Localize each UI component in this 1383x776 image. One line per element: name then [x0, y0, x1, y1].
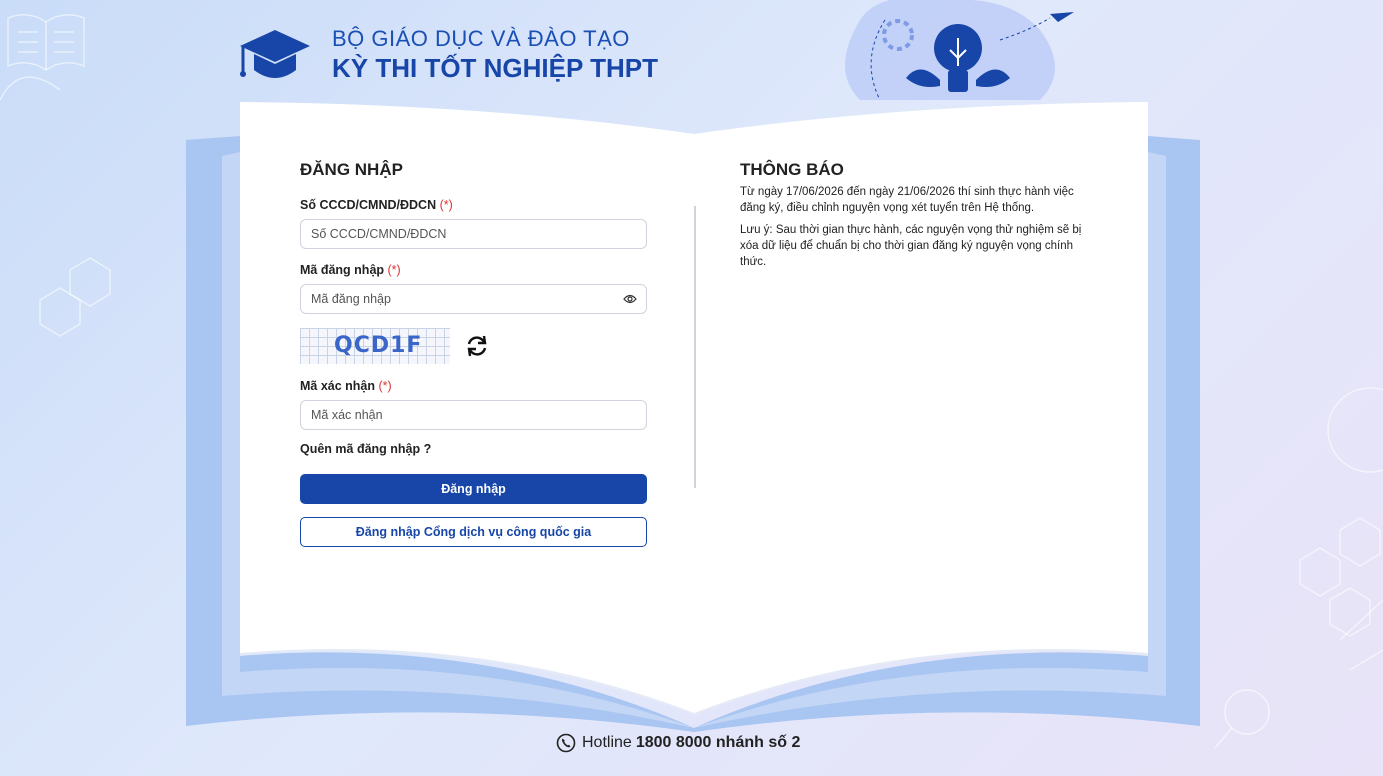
captcha-row: QCD1F [300, 327, 647, 365]
page-divider [694, 206, 696, 488]
password-label: Mã đăng nhập (*) [300, 263, 647, 277]
eye-icon[interactable] [623, 293, 637, 305]
hotline: Hotline 1800 8000 nhánh số 2 [556, 733, 800, 753]
password-field [300, 284, 647, 328]
refresh-icon[interactable] [464, 333, 490, 359]
captcha-label: Mã xác nhận (*) [300, 379, 647, 393]
hotline-number: 1800 8000 nhánh số 2 [635, 734, 801, 751]
notice-paragraph: Từ ngày 17/06/2026 đến ngày 21/06/2026 t… [740, 186, 1074, 214]
id-number-input[interactable] [300, 219, 647, 249]
exam-title: KỲ THI TỐT NGHIỆP THPT [332, 53, 658, 83]
ministry-name: BỘ GIÁO DỤC VÀ ĐÀO TẠO [332, 26, 630, 51]
notice-panel: THÔNG BÁO Từ ngày 17/06/2026 đến ngày 21… [740, 160, 1090, 276]
graduation-cap-icon [240, 30, 310, 78]
notice-title: THÔNG BÁO [740, 160, 844, 179]
login-form: ĐĂNG NHẬP Số CCCD/CMND/ĐDCN (*) Mã đăng … [300, 160, 647, 547]
phone-icon [556, 733, 576, 753]
required-mark: (*) [387, 263, 401, 277]
id-label: Số CCCD/CMND/ĐDCN (*) [300, 198, 647, 212]
captcha-image: QCD1F [300, 328, 450, 364]
captcha-label-text: Mã xác nhận [300, 379, 376, 393]
site-header: BỘ GIÁO DỤC VÀ ĐÀO TẠO KỲ THI TỐT NGHIỆP… [240, 26, 658, 84]
national-portal-login-button[interactable]: Đăng nhập Cổng dịch vụ công quốc gia [300, 517, 647, 547]
password-input[interactable] [300, 284, 647, 314]
captcha-input[interactable] [300, 400, 647, 430]
notice-paragraph: Lưu ý: Sau thời gian thực hành, các nguy… [740, 224, 1082, 268]
login-title: ĐĂNG NHẬP [300, 160, 403, 179]
id-label-text: Số CCCD/CMND/ĐDCN [300, 198, 437, 212]
login-button[interactable]: Đăng nhập [300, 474, 647, 504]
password-label-text: Mã đăng nhập [300, 263, 385, 277]
forgot-password-link[interactable]: Quên mã đăng nhập ? [300, 442, 647, 456]
required-mark: (*) [439, 198, 453, 212]
captcha-text: QCD1F [334, 333, 423, 358]
hotline-label: Hotline [582, 734, 632, 751]
required-mark: (*) [378, 379, 392, 393]
